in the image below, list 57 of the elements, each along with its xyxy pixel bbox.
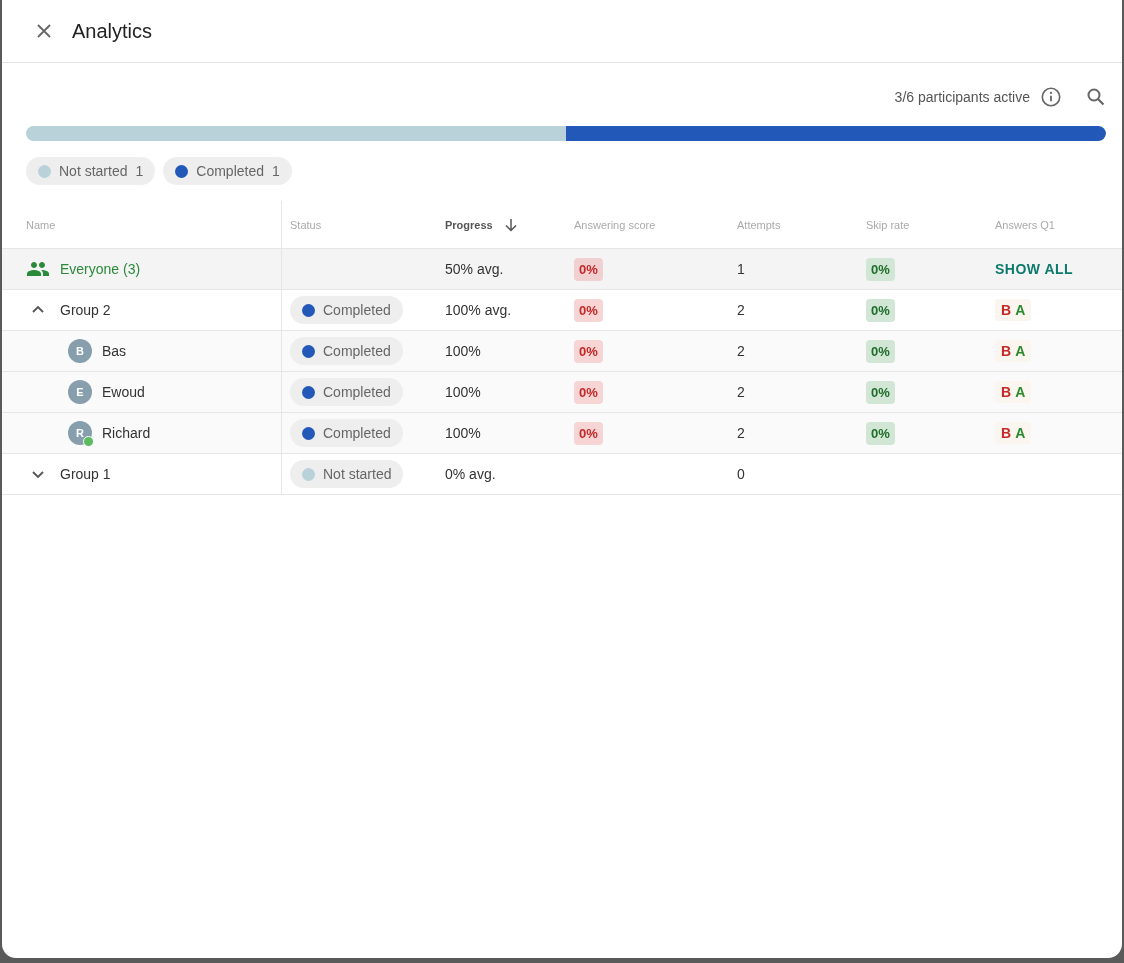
attempts-value: 2 bbox=[737, 302, 745, 318]
row-name: Everyone (3) bbox=[60, 261, 141, 277]
legend-chip[interactable]: Not started 1 bbox=[26, 157, 156, 185]
column-header[interactable]: Attempts bbox=[737, 218, 781, 231]
answers-tag: B A bbox=[995, 381, 1032, 403]
attempts-value: 2 bbox=[737, 384, 745, 400]
score-tag: 0% bbox=[574, 257, 603, 281]
column-header[interactable]: Progress bbox=[445, 218, 493, 231]
skip-rate-tag: 0% bbox=[866, 339, 895, 363]
progress-value: 100% bbox=[445, 343, 481, 359]
attempts-value: 2 bbox=[737, 343, 745, 359]
status-chip: Completed bbox=[290, 419, 403, 447]
progress-value: 50% avg. bbox=[445, 261, 504, 277]
show-all-link[interactable]: SHOW ALL bbox=[995, 261, 1074, 277]
skip-rate-tag: 0% bbox=[866, 380, 895, 404]
skip-rate-tag: 0% bbox=[866, 421, 895, 445]
participant-name: Ewoud bbox=[102, 384, 145, 400]
chevron-icon bbox=[32, 470, 44, 478]
attempts-value: 0 bbox=[737, 466, 745, 482]
online-dot bbox=[83, 436, 94, 447]
answers-tag: B A bbox=[995, 299, 1032, 321]
skip-rate-tag: 0% bbox=[866, 298, 895, 322]
column-header[interactable]: Answering score bbox=[574, 218, 656, 231]
progress-value: 0% avg. bbox=[445, 466, 496, 482]
avatar-icon: R bbox=[68, 421, 92, 445]
skip-rate-tag: 0% bbox=[866, 257, 895, 281]
status-chip: Completed bbox=[290, 296, 403, 324]
score-tag: 0% bbox=[574, 298, 603, 322]
column-header[interactable]: Name bbox=[26, 218, 56, 231]
progress-value: 100% bbox=[445, 384, 481, 400]
attempts-value: 2 bbox=[737, 425, 745, 441]
group-name: Group 1 bbox=[60, 466, 111, 482]
score-tag: 0% bbox=[574, 380, 603, 404]
chevron-icon bbox=[32, 306, 44, 314]
info-button[interactable] bbox=[1040, 86, 1062, 108]
score-tag: 0% bbox=[574, 339, 603, 363]
answers-tag: B A bbox=[995, 340, 1032, 362]
answers-tag: B A bbox=[995, 422, 1032, 444]
column-header[interactable]: Skip rate bbox=[866, 218, 910, 231]
avatar-icon: B bbox=[68, 339, 92, 363]
progress-value: 100% avg. bbox=[445, 302, 512, 318]
score-tag: 0% bbox=[574, 421, 603, 445]
column-header[interactable]: Answers Q1 bbox=[995, 218, 1055, 231]
participant-name: Richard bbox=[102, 425, 151, 441]
column-header[interactable]: Status bbox=[290, 218, 322, 231]
legend-chip[interactable]: Completed 1 bbox=[163, 157, 292, 185]
status-chip: Not started bbox=[290, 460, 404, 488]
participants-active-text: 3/6 participants active bbox=[894, 89, 1030, 105]
participant-name: Bas bbox=[102, 343, 127, 359]
group-name: Group 2 bbox=[60, 302, 111, 318]
avatar-icon: E bbox=[68, 380, 92, 404]
dialog-title: Analytics bbox=[72, 19, 153, 43]
info-icon bbox=[1040, 86, 1062, 108]
attempts-value: 1 bbox=[737, 261, 745, 277]
status-chip: Completed bbox=[290, 378, 403, 406]
progress-value: 100% bbox=[445, 425, 481, 441]
status-chip: Completed bbox=[290, 337, 403, 365]
